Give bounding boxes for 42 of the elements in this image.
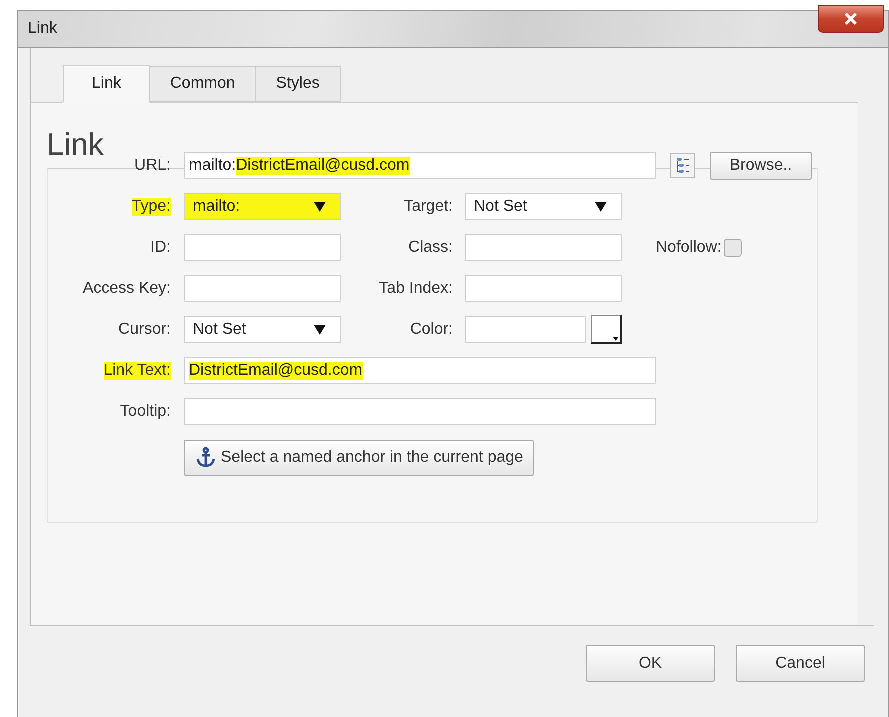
- close-button[interactable]: [818, 5, 884, 33]
- dialog-button[interactable]: OK: [586, 645, 715, 682]
- section-heading: Link: [47, 127, 104, 163]
- close-icon: [843, 13, 859, 25]
- dropdown[interactable]: Not Set: [465, 193, 622, 220]
- field-label: Tab Index:: [379, 280, 453, 298]
- input-field[interactable]: mailto:DistrictEmail@cusd.com: [184, 152, 656, 179]
- anchor-icon: [195, 447, 217, 469]
- dropdown[interactable]: mailto:: [184, 193, 341, 220]
- input-field[interactable]: [184, 398, 656, 425]
- anchor-button[interactable]: Select a named anchor in the current page: [184, 440, 534, 476]
- tab[interactable]: Link: [63, 65, 150, 103]
- field-label: Link Text:: [104, 362, 171, 380]
- dialog-button[interactable]: Cancel: [736, 645, 865, 682]
- browse-button[interactable]: Browse..: [710, 152, 812, 180]
- input-field[interactable]: [465, 275, 622, 302]
- site-tree-button[interactable]: [670, 153, 695, 178]
- dropdown-arrow-icon: [595, 202, 607, 212]
- input-field[interactable]: [465, 316, 586, 343]
- input-field[interactable]: [184, 234, 341, 261]
- field-label: Type:: [132, 198, 171, 216]
- field-label: Color:: [410, 320, 453, 338]
- window-title: Link: [28, 20, 58, 38]
- dropdown-arrow-icon: [314, 202, 326, 212]
- field-label: Nofollow:: [656, 238, 722, 256]
- field-label: URL:: [134, 156, 171, 174]
- field-label: Class:: [408, 238, 453, 256]
- input-field[interactable]: [465, 234, 622, 261]
- caret-icon: [613, 337, 619, 341]
- tab[interactable]: Common: [149, 66, 256, 102]
- field-label: Access Key:: [82, 280, 171, 298]
- field-label: Cursor:: [118, 320, 171, 338]
- field-label: Target:: [404, 198, 453, 216]
- dropdown-arrow-icon: [314, 324, 326, 334]
- checkbox[interactable]: [724, 238, 742, 256]
- input-field[interactable]: [184, 275, 341, 302]
- color-picker-button[interactable]: [591, 315, 622, 344]
- tab[interactable]: Styles: [255, 66, 341, 102]
- field-label: ID:: [150, 238, 171, 256]
- field-label: Tooltip:: [120, 402, 171, 420]
- dropdown[interactable]: Not Set: [184, 316, 341, 343]
- input-field[interactable]: DistrictEmail@cusd.com: [184, 357, 656, 384]
